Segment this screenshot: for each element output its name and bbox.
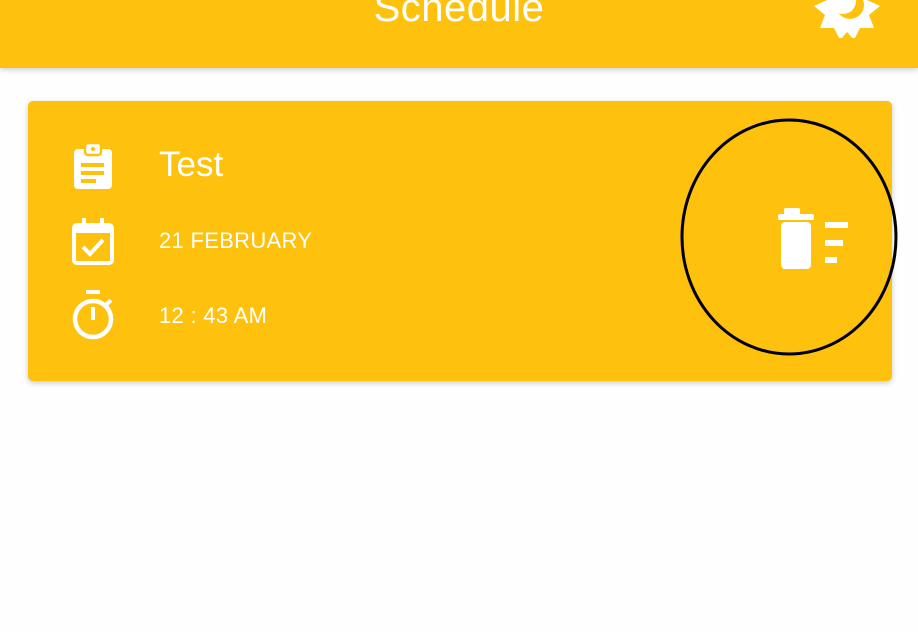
app-bar: Schedule: [0, 0, 918, 68]
page-title: Schedule: [373, 0, 545, 30]
schedule-time: 12 : 43 AM: [159, 303, 268, 328]
schedule-title: Test: [159, 145, 224, 184]
theme-toggle-icon[interactable]: [810, 0, 884, 38]
schedule-date: 21 FEBRUARY: [159, 228, 313, 253]
annotation-circle: [680, 118, 898, 356]
stopwatch-icon: [72, 290, 114, 340]
clipboard-icon: [74, 141, 112, 189]
calendar-check-icon: [72, 218, 114, 265]
